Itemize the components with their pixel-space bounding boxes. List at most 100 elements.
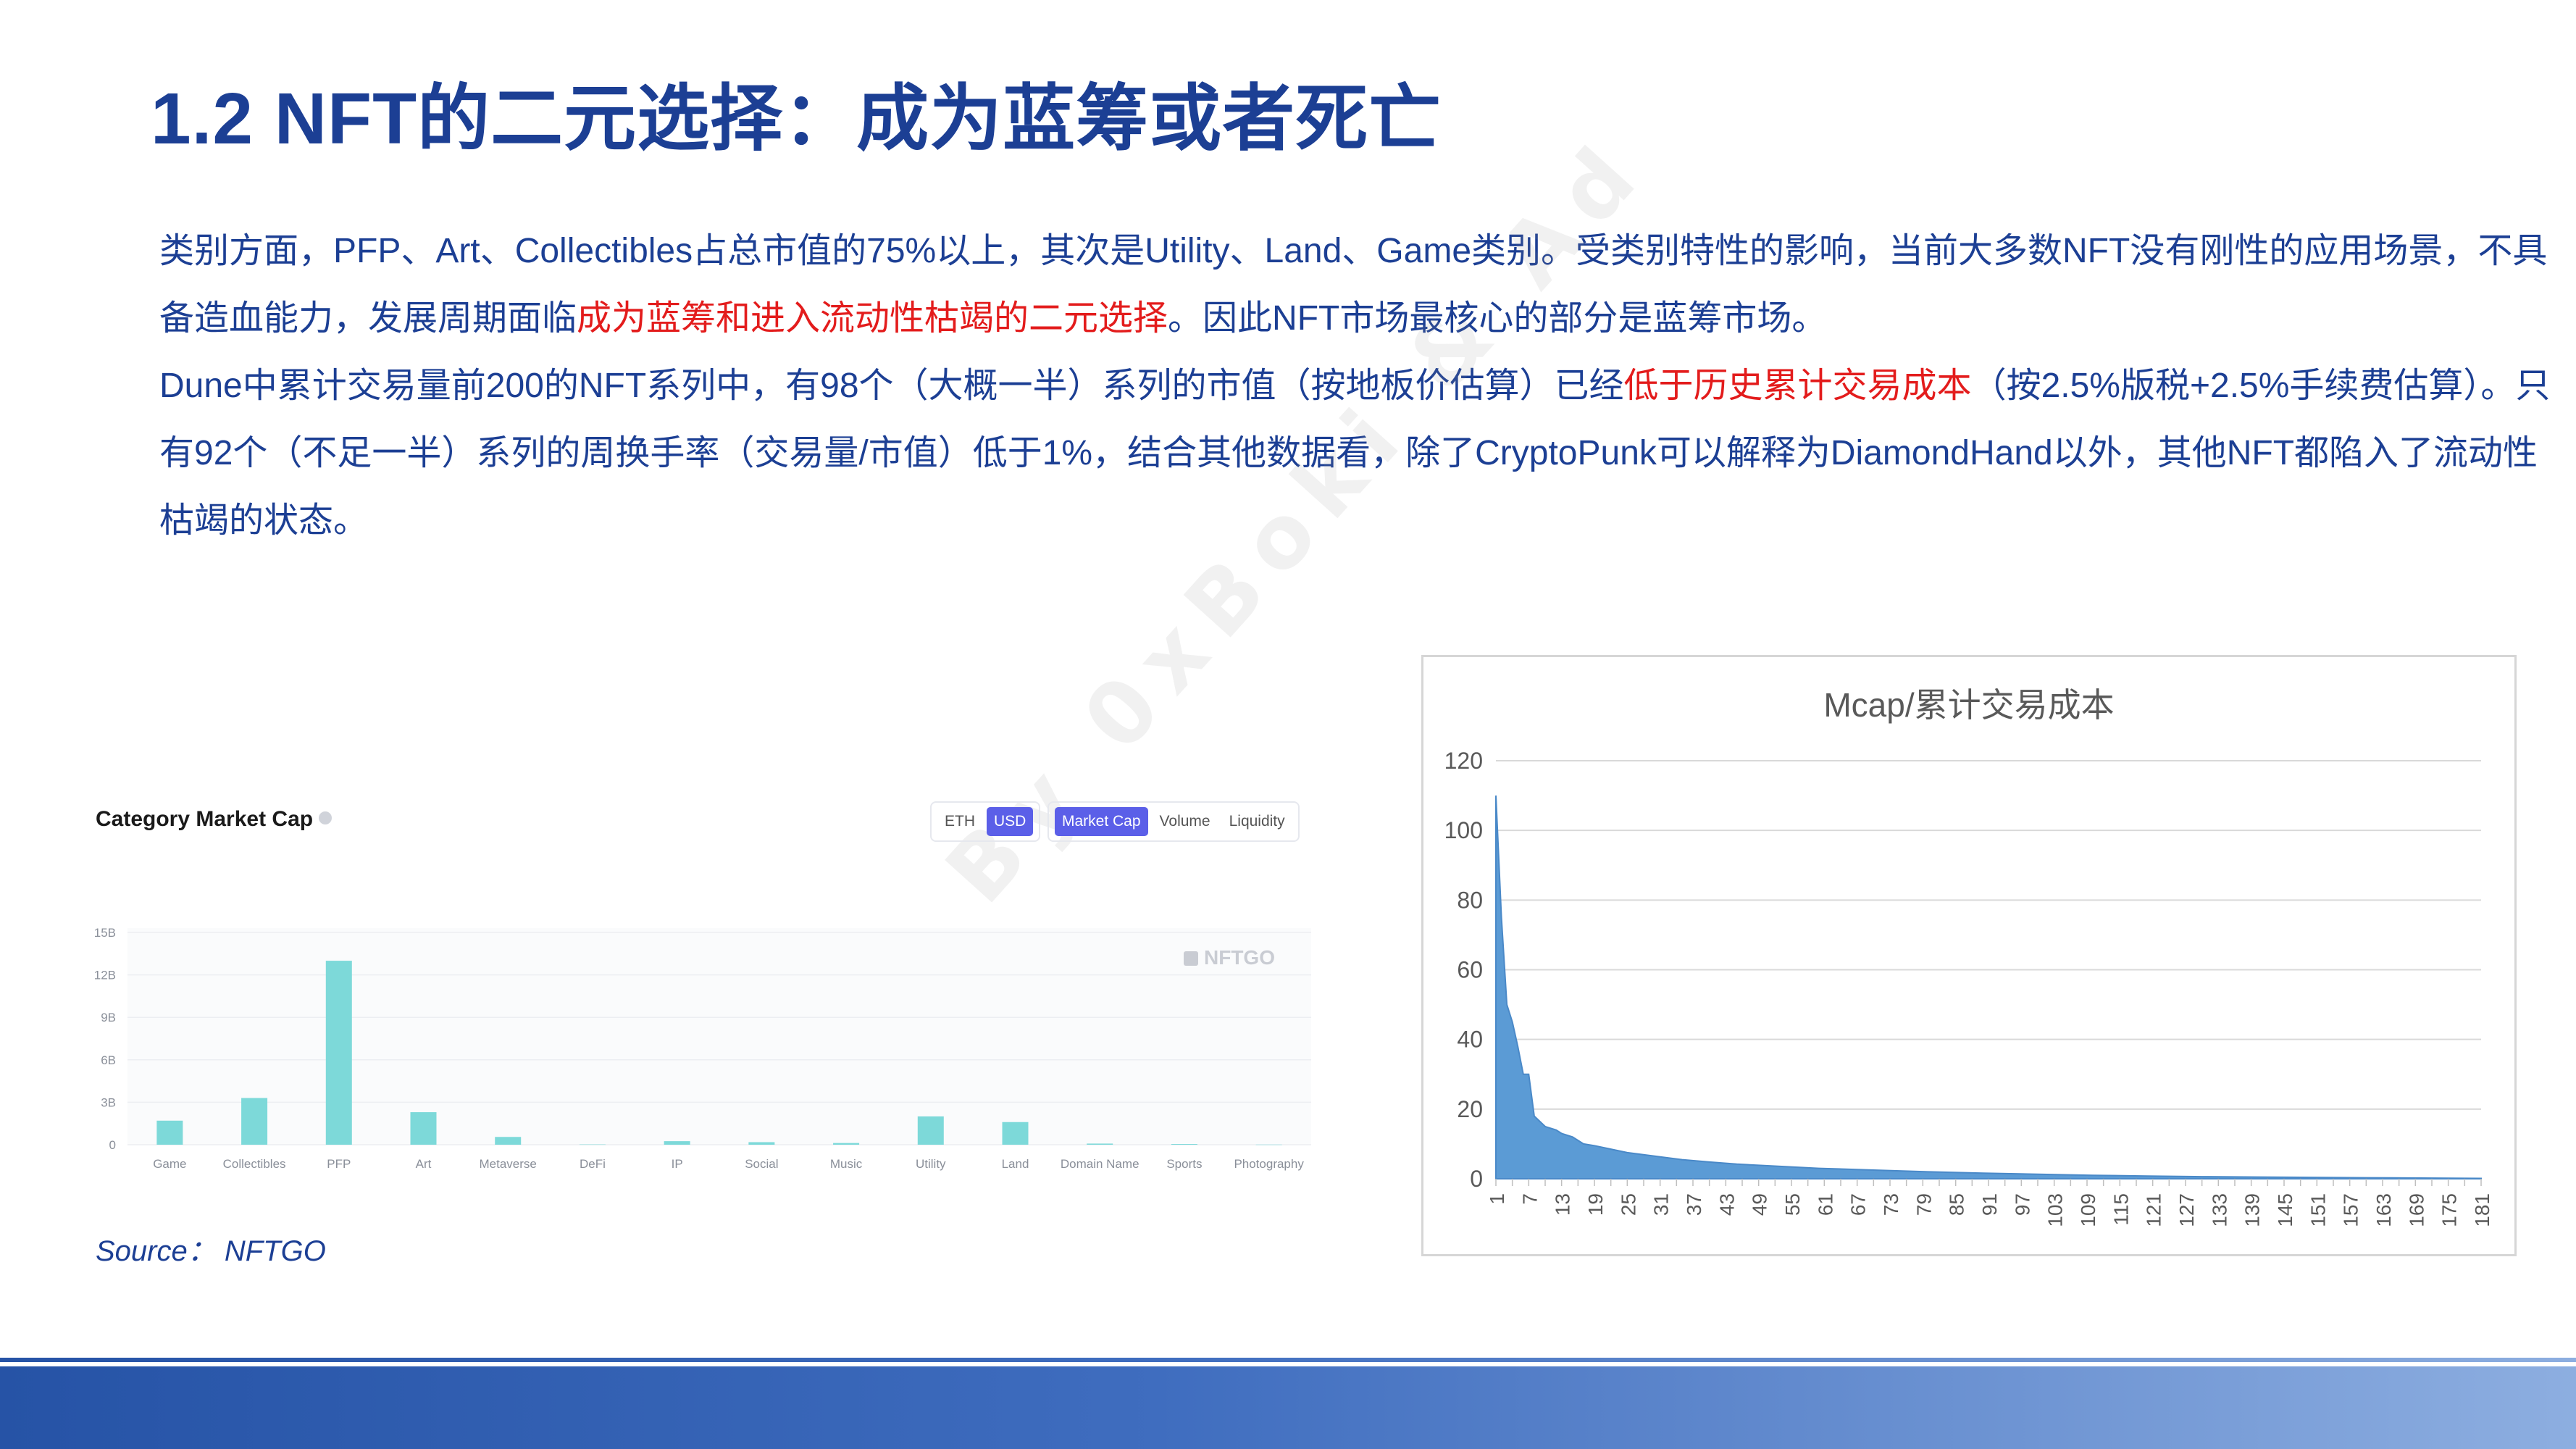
x-tick-label: 31 [1650, 1193, 1673, 1216]
toggle-usd[interactable]: USD [987, 807, 1034, 836]
x-tick-label: Sports [1166, 1157, 1202, 1171]
area-chart-x-axis: 1 7 13 19 25 31 37 43 49 55 61 67 73 79 85 91 97 103 109 11… [1486, 1179, 2493, 1227]
y-tick-label: 12B [94, 969, 116, 982]
category-market-cap-title: Category Market Cap [96, 807, 333, 832]
x-tick-label: 55 [1781, 1193, 1804, 1216]
x-tick-label: Photography [1234, 1157, 1304, 1171]
x-tick-label: Collectibles [223, 1157, 286, 1171]
bar [410, 1112, 437, 1145]
paragraph-2-highlight: 低于历史累计交易成本 [1623, 367, 1972, 405]
nftgo-logo-text: NFTGO [1204, 946, 1275, 969]
x-tick-label: 85 [1946, 1193, 1968, 1216]
paragraph-1: 类别方面，PFP、Art、Collectibles占总市值的75%以上，其次是U… [101, 217, 2564, 352]
x-tick-label: 19 [1584, 1193, 1607, 1216]
x-tick-label: 109 [2077, 1193, 2099, 1227]
x-tick-label: 115 [2109, 1193, 2132, 1226]
footer-bar [0, 1366, 2576, 1449]
x-tick-label: Social [745, 1157, 778, 1171]
x-tick-label: 67 [1847, 1193, 1870, 1216]
paragraph-2-text: Dune中累计交易量前200的NFT系列中，有98个（大概一半）系列的市值（按地… [159, 367, 1624, 405]
x-tick-label: 61 [1814, 1193, 1836, 1216]
paragraph-1-highlight: 成为蓝筹和进入流动性枯竭的二元选择 [577, 299, 1168, 338]
mcap-cost-chart: 0 20 40 60 80 100 120 1 7 13 19 25 31 37 43 49 55 61 67 73… [1444, 748, 2493, 1227]
x-tick-label: 127 [2175, 1193, 2198, 1227]
x-tick-label: 97 [2011, 1193, 2033, 1216]
x-tick-label: 145 [2274, 1193, 2296, 1227]
x-tick-label: PFP [327, 1157, 351, 1171]
y-tick-label: 20 [1457, 1096, 1483, 1122]
mcap-cost-panel: 0 20 40 60 80 100 120 1 7 13 19 25 31 37 43 49 55 61 67 73… [1421, 655, 2517, 1256]
x-tick-label: 169 [2405, 1193, 2427, 1227]
y-tick-label: 80 [1457, 887, 1483, 913]
x-tick-label: 151 [2307, 1193, 2329, 1227]
x-tick-label: 157 [2340, 1193, 2362, 1227]
x-tick-label: Music [830, 1157, 863, 1171]
page-title: 1.2 NFT的二元选择：成为蓝筹或者死亡 [151, 78, 1442, 159]
bar [748, 1142, 775, 1145]
x-tick-label: Metaverse [480, 1157, 537, 1171]
y-tick-label: 6B [101, 1053, 116, 1067]
bar [917, 1116, 944, 1145]
bar [156, 1120, 183, 1145]
x-tick-label: 175 [2438, 1193, 2461, 1227]
x-tick-label: 121 [2143, 1193, 2165, 1227]
chart-title-text: Category Market Cap [96, 807, 314, 831]
x-tick-label: 25 [1617, 1193, 1639, 1216]
x-tick-label: 79 [1912, 1193, 1935, 1216]
x-tick-label: 133 [2208, 1193, 2230, 1227]
category-market-cap-panel: Category Market Cap ETH USD Market Cap V… [87, 782, 1318, 1188]
x-tick-label: Utility [916, 1157, 946, 1171]
toggle-liquidity[interactable]: Liquidity [1222, 807, 1292, 836]
x-tick-label: 181 [2471, 1193, 2493, 1227]
footer-line [0, 1358, 2576, 1362]
x-tick-label: Art [416, 1157, 432, 1171]
x-tick-label: 139 [2241, 1193, 2264, 1227]
source-note: Source： NFTGO [96, 1235, 326, 1267]
bar [1087, 1143, 1113, 1145]
y-tick-label: 120 [1444, 748, 1483, 774]
x-tick-label: 13 [1552, 1193, 1574, 1216]
bar [833, 1143, 860, 1145]
y-tick-label: 40 [1457, 1027, 1483, 1053]
y-tick-label: 0 [109, 1138, 116, 1152]
x-tick-label: Domain Name [1061, 1157, 1139, 1171]
bar-chart-x-axis: Game Collectibles PFP Art Metaverse DeFi IP Soc… [153, 1157, 1304, 1171]
area-chart-title: Mcap/累计交易成本 [1823, 686, 2115, 724]
bar-chart-y-axis: 0 3B 6B 9B 12B 15B [94, 926, 116, 1152]
y-tick-label: 3B [101, 1095, 116, 1109]
bar [495, 1137, 522, 1145]
x-tick-label: 91 [1978, 1193, 2001, 1216]
x-tick-label: 7 [1518, 1193, 1541, 1205]
x-tick-label: 103 [2044, 1193, 2067, 1227]
y-tick-label: 0 [1470, 1166, 1483, 1192]
toggle-market-cap[interactable]: Market Cap [1055, 807, 1148, 836]
bar-chart-grid [127, 928, 1311, 1145]
area-chart-grid [1496, 760, 2481, 1179]
y-tick-label: 15B [94, 926, 116, 940]
bar [664, 1141, 690, 1145]
y-tick-label: 60 [1457, 957, 1483, 983]
y-tick-label: 9B [101, 1011, 116, 1024]
toggle-volume[interactable]: Volume [1153, 807, 1218, 836]
metric-toggle: Market Cap Volume Liquidity [1047, 801, 1300, 842]
bar [325, 961, 352, 1145]
area-chart-y-axis: 0 20 40 60 80 100 120 [1444, 748, 1483, 1192]
category-market-cap-chart: 0 3B 6B 9B 12B 15B Game Collectibles PFP Art Meta… [94, 926, 1311, 1171]
x-tick-label: IP [672, 1157, 683, 1171]
bar [1171, 1144, 1197, 1145]
info-icon[interactable] [319, 811, 333, 824]
x-tick-label: Land [1002, 1157, 1029, 1171]
body-text: 类别方面，PFP、Art、Collectibles占总市值的75%以上，其次是U… [101, 217, 2564, 554]
y-tick-label: 100 [1444, 817, 1483, 843]
x-tick-label: Game [153, 1157, 186, 1171]
bar [1002, 1122, 1029, 1145]
x-tick-label: 163 [2372, 1193, 2395, 1227]
area-series [1495, 796, 2482, 1179]
currency-toggle: ETH USD [930, 801, 1041, 842]
plot-background [127, 928, 1311, 1145]
bar [241, 1098, 268, 1145]
x-tick-label: 73 [1880, 1193, 1902, 1216]
paragraph-1-tail: 。因此NFT市场最核心的部分是蓝筹市场。 [1168, 299, 1827, 338]
x-tick-label: DeFi [580, 1157, 606, 1171]
toggle-eth[interactable]: ETH [937, 807, 982, 836]
